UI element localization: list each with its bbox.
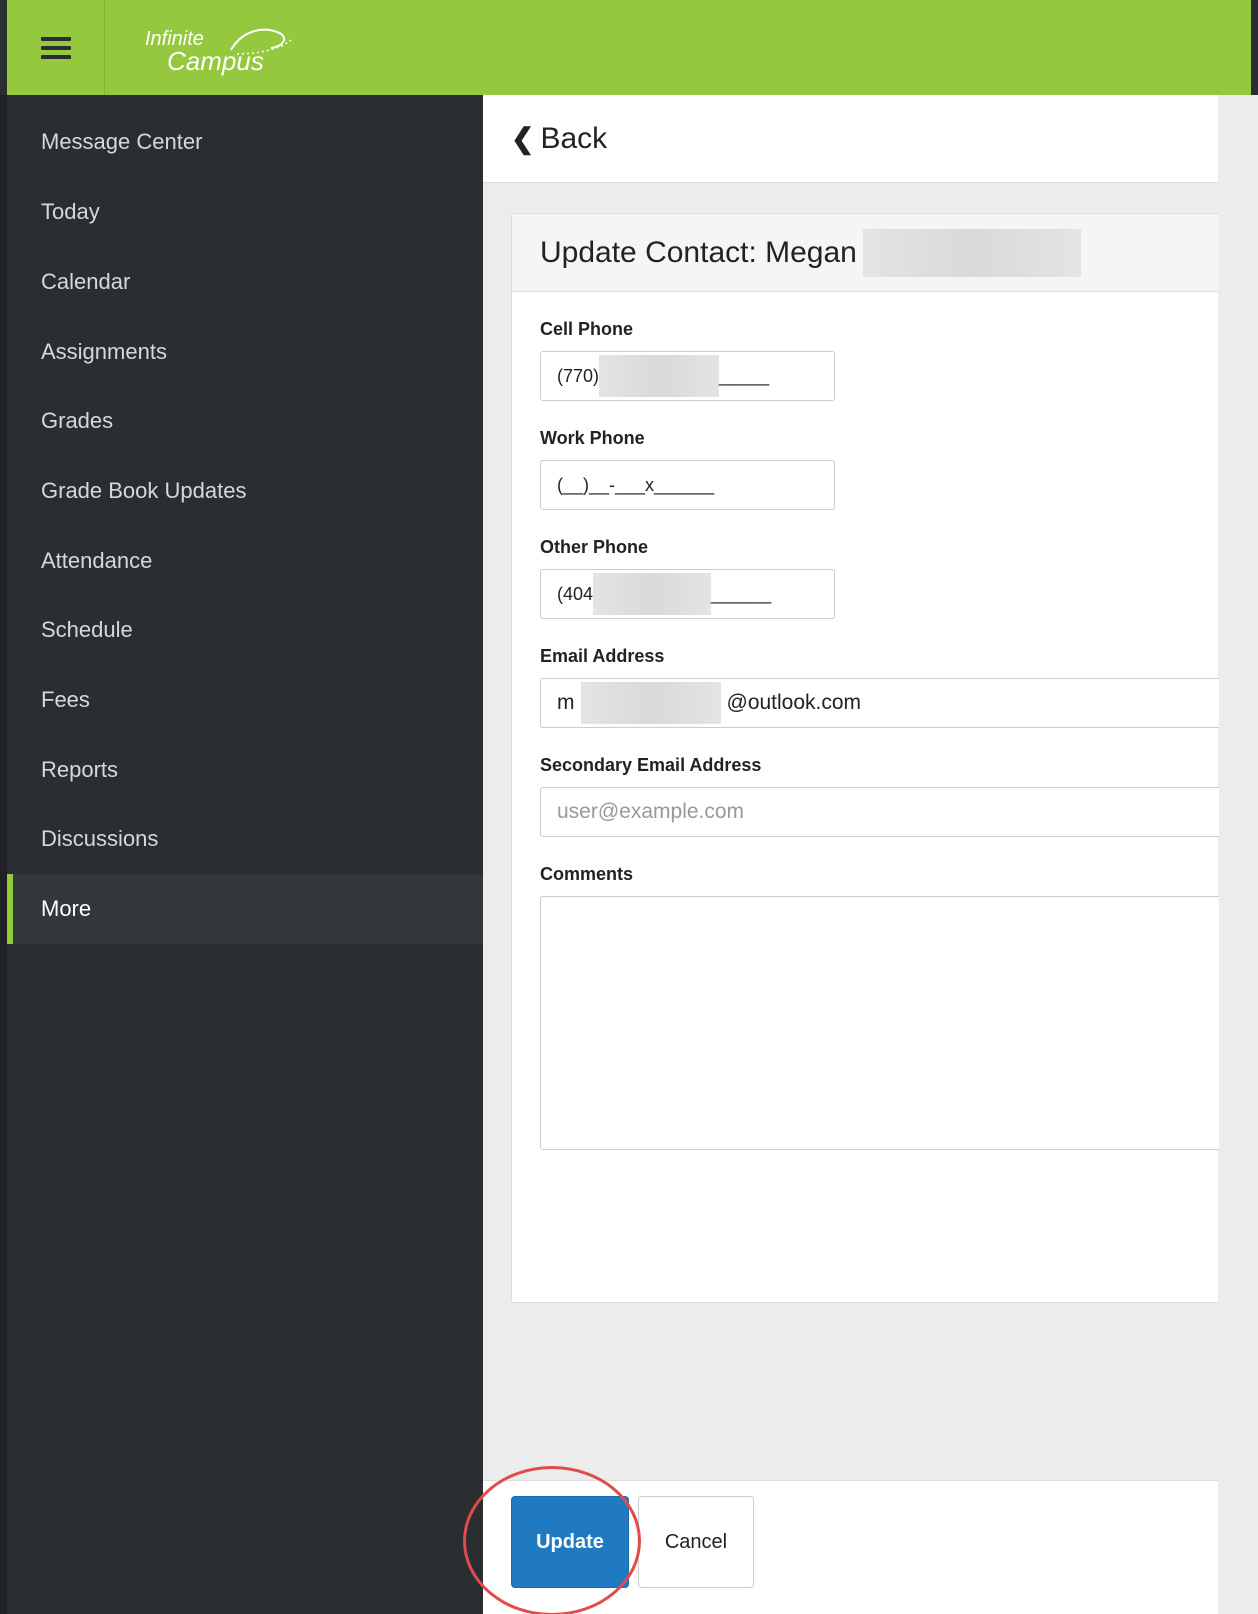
sidebar-item-label: Discussions — [41, 826, 159, 851]
work-phone-field[interactable]: (__)__-___x______ — [540, 460, 835, 510]
sidebar-item-grade-book-updates[interactable]: Grade Book Updates — [7, 456, 483, 526]
logo-swoosh-icon — [230, 28, 292, 55]
sidebar-item-calendar[interactable]: Calendar — [7, 247, 483, 317]
sidebar-item-today[interactable]: Today — [7, 177, 483, 247]
cell-phone-label: Cell Phone — [540, 319, 634, 339]
update-contact-card: Update Contact: Megan Cell Phone (770) _… — [511, 213, 1219, 1303]
app-header: Infinite Campus — [0, 0, 1258, 95]
cell-phone-suffix: _____ — [719, 365, 770, 386]
other-phone-field[interactable]: (404 ______ — [540, 569, 835, 619]
sidebar-item-assignments[interactable]: Assignments — [7, 317, 483, 387]
redacted-name — [862, 228, 1081, 277]
secondary-email-placeholder: user@example.com — [557, 800, 745, 823]
secondary-email-field[interactable]: user@example.com — [540, 787, 1219, 837]
form-footer: Update Cancel — [483, 1480, 1218, 1614]
sidebar-item-reports[interactable]: Reports — [7, 735, 483, 805]
page-title: Update Contact: Megan — [540, 235, 857, 269]
work-phone-value: (__)__-___x______ — [557, 474, 715, 495]
sidebar-item-label: Reports — [41, 757, 119, 782]
email-prefix: m — [557, 691, 575, 714]
sidebar-item-label: Schedule — [41, 617, 133, 642]
card-header: Update Contact: Megan — [512, 214, 1219, 292]
secondary-email-label: Secondary Email Address — [540, 755, 762, 775]
other-phone-prefix: (404 — [557, 583, 594, 604]
sidebar-item-label: Grade Book Updates — [41, 478, 247, 503]
sidebar-item-schedule[interactable]: Schedule — [7, 595, 483, 665]
redacted-value — [580, 682, 721, 724]
chevron-left-icon: ❮ — [511, 123, 535, 154]
comments-label: Comments — [540, 864, 634, 884]
menu-button[interactable] — [7, 0, 105, 95]
sidebar-item-label: Fees — [41, 687, 90, 712]
comments-textarea[interactable] — [540, 896, 1219, 1150]
sidebar-item-label: Message Center — [41, 129, 203, 154]
sidebar-item-discussions[interactable]: Discussions — [7, 804, 483, 874]
sidebar-item-label: Attendance — [41, 548, 153, 573]
cell-phone-field[interactable]: (770) _____ — [540, 351, 835, 401]
cancel-button[interactable]: Cancel — [638, 1496, 754, 1588]
sidebar-item-message-center[interactable]: Message Center — [7, 107, 483, 177]
redacted-value — [593, 573, 712, 615]
other-phone-suffix: ______ — [711, 583, 772, 604]
back-link[interactable]: ❮ Back — [483, 95, 1218, 183]
sidebar-nav: Message Center Today Calendar Assignment… — [0, 95, 483, 1614]
cell-phone-prefix: (770) — [557, 365, 600, 386]
sidebar-item-grades[interactable]: Grades — [7, 386, 483, 456]
work-phone-label: Work Phone — [540, 428, 645, 448]
other-phone-label: Other Phone — [540, 537, 649, 557]
email-field[interactable]: m @outlook.com — [540, 678, 1219, 728]
sidebar-item-label: Today — [41, 199, 100, 224]
sidebar-item-label: Calendar — [41, 269, 131, 294]
email-suffix: @outlook.com — [726, 691, 862, 714]
email-label: Email Address — [540, 646, 665, 666]
sidebar-item-attendance[interactable]: Attendance — [7, 526, 483, 596]
sidebar-item-label: More — [41, 896, 92, 921]
hamburger-icon — [40, 36, 71, 59]
update-button[interactable]: Update — [511, 1496, 629, 1588]
main-content: ❮ Back Update Contact: Megan Cell Phone … — [483, 95, 1258, 1614]
sidebar-item-label: Assignments — [41, 339, 167, 364]
sidebar-item-more[interactable]: More — [7, 874, 483, 944]
sidebar-item-label: Grades — [41, 408, 114, 433]
back-label: Back — [540, 121, 608, 155]
infinite-campus-logo[interactable]: Infinite Campus — [137, 20, 297, 76]
sidebar-item-fees[interactable]: Fees — [7, 665, 483, 735]
redacted-value — [599, 355, 720, 397]
